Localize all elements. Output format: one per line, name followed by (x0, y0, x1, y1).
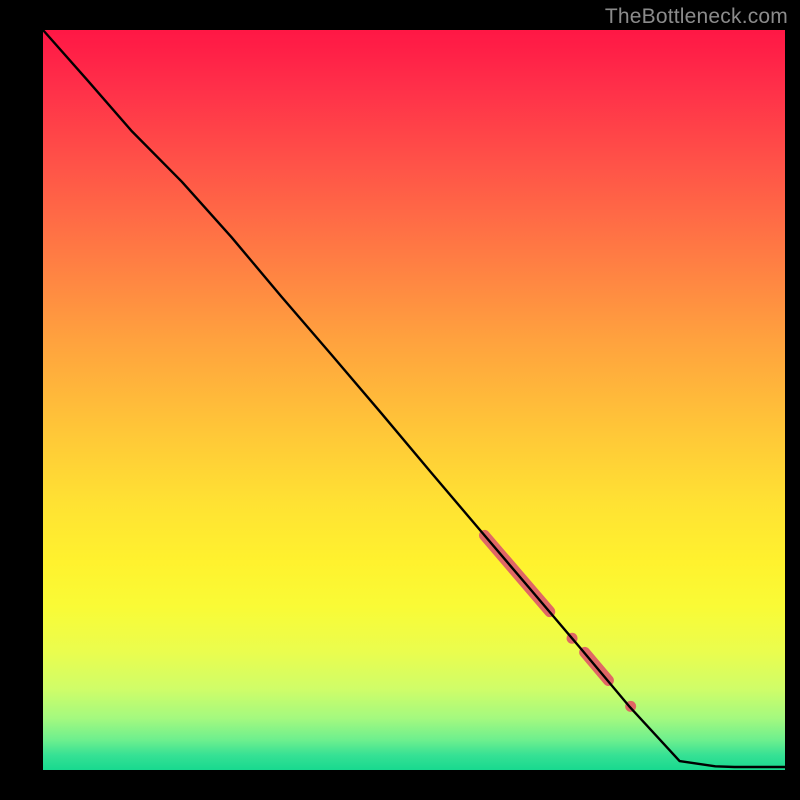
watermark-text: TheBottleneck.com (605, 5, 788, 29)
chart-frame: TheBottleneck.com (0, 0, 800, 800)
plot-area (43, 30, 785, 770)
